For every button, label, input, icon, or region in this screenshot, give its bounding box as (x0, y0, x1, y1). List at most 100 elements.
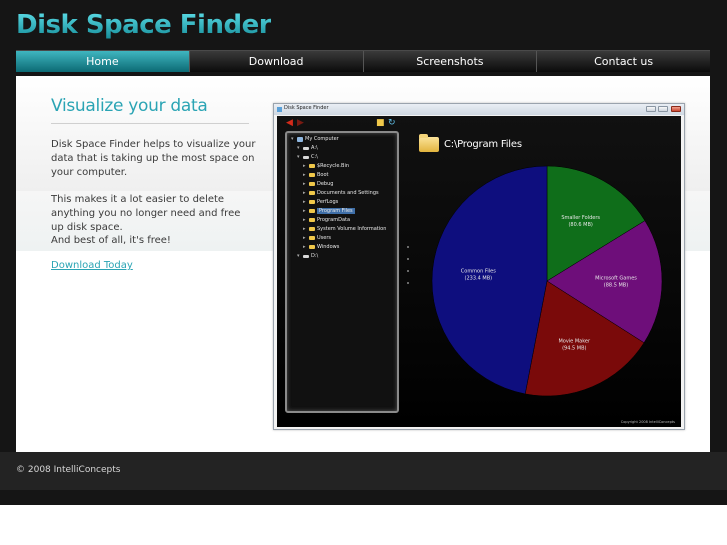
tree-item: ▾ D:\ (297, 253, 318, 259)
content-panel: Visualize your data Disk Space Finder he… (16, 76, 710, 452)
expand-arrow-icon: ▸ (303, 235, 306, 241)
headline-divider (51, 123, 249, 124)
tree-item: ▸ Users (303, 235, 331, 241)
expand-arrow-icon: ▸ (303, 163, 306, 169)
splitter-dot (407, 282, 409, 284)
tree-item: ▸ $Recycle.Bin (303, 163, 349, 169)
pie-slice-label: Common Files (461, 268, 496, 274)
tree-item: ▸ Debug (303, 181, 333, 187)
folder-icon (309, 191, 315, 195)
current-path-title: C:\Program Files (444, 139, 522, 150)
back-arrow-icon: ◀ (286, 118, 293, 128)
folder-icon (309, 173, 315, 177)
folder-icon (309, 182, 315, 186)
tree-item-label: My Computer (305, 136, 339, 142)
tree-item-label: System Volume Information (317, 226, 387, 232)
screenshot-copyright: Copyright 2008 IntelliConcepts (620, 420, 675, 424)
tree-item: ▸ System Volume Information (303, 226, 386, 232)
maximize-icon (658, 106, 668, 112)
expand-arrow-icon: ▾ (291, 136, 294, 142)
expand-arrow-icon: ▸ (303, 190, 306, 196)
tree-item-label: C:\ (311, 154, 318, 160)
folder-icon (309, 218, 315, 222)
folder-icon (309, 200, 315, 204)
screenshot-body: ◀ ▶ ■ ↻ ▾ My Computer ▾ A:\ ▾ C:\ ▸ $Recycle.Bi… (277, 116, 681, 427)
splitter-dot (407, 246, 409, 248)
tree-item: ▸ Windows (303, 244, 339, 250)
splitter-dot (407, 258, 409, 260)
nav-screenshots[interactable]: Screenshots (364, 51, 538, 72)
intro-paragraph: Disk Space Finder helps to visualize you… (51, 139, 256, 178)
page: Disk Space Finder Home Download Screensh… (0, 0, 727, 545)
pie-slice-size: (80.6 MB) (568, 222, 592, 228)
copyright-text: © 2008 IntelliConcepts (16, 465, 121, 475)
expand-arrow-icon: ▸ (303, 199, 306, 205)
tree-item-label: Windows (317, 244, 340, 250)
free-paragraph: And best of all, it's free! (51, 235, 171, 246)
minimize-icon (646, 106, 656, 112)
main-navigation: Home Download Screenshots Contact us (16, 50, 710, 72)
folder-icon (309, 227, 315, 231)
tree-item-label: Boot (317, 172, 329, 178)
refresh-icon: ↻ (388, 118, 396, 128)
tree-item: ▸ Boot (303, 172, 329, 178)
pie-slice-label: Microsoft Games (595, 276, 637, 282)
forward-arrow-icon: ▶ (297, 118, 304, 128)
tree-item: ▸ PerfLogs (303, 199, 338, 205)
tree-item: ▾ C:\ (297, 154, 318, 160)
folder-icon (309, 164, 315, 168)
tree-item: ▾ A:\ (297, 145, 318, 151)
expand-arrow-icon: ▸ (303, 226, 306, 232)
pie-slice-size: (233.4 MB) (465, 275, 493, 281)
expand-arrow-icon: ▸ (303, 181, 306, 187)
expand-arrow-icon: ▾ (297, 145, 300, 151)
expand-arrow-icon: ▾ (297, 253, 300, 259)
splitter-dot (407, 270, 409, 272)
nav-download[interactable]: Download (190, 51, 364, 72)
folder-icon (309, 245, 315, 249)
screenshot-toolbar: ◀ ▶ ■ ↻ (277, 116, 681, 130)
expand-arrow-icon: ▾ (297, 154, 300, 160)
pie-slice-label: Movie Maker (558, 338, 591, 344)
nav-contact-us[interactable]: Contact us (537, 51, 710, 72)
screenshot-titlebar: Disk Space Finder (274, 104, 684, 115)
expand-arrow-icon: ▸ (303, 244, 306, 250)
open-folder-icon: ■ (376, 118, 385, 128)
tree-item-label: Documents and Settings (317, 190, 379, 196)
nav-home[interactable]: Home (16, 51, 190, 72)
benefit-paragraph: This makes it a lot easier to delete any… (51, 194, 241, 233)
expand-arrow-icon: ▸ (303, 217, 306, 223)
tree-item-label: Users (317, 235, 332, 241)
tree-item-label: Debug (317, 181, 334, 187)
drive-icon (303, 155, 309, 159)
tree-item: ▾ My Computer (291, 136, 339, 142)
download-today-link[interactable]: Download Today (51, 260, 133, 271)
tree-item-label: ProgramData (317, 217, 351, 223)
folder-tree-panel: ▾ My Computer ▾ A:\ ▾ C:\ ▸ $Recycle.Bin ▸ Boot ▸ D… (285, 131, 399, 413)
tree-item: ▸ ProgramData (303, 217, 350, 223)
site-logo-title[interactable]: Disk Space Finder (16, 10, 272, 40)
page-headline: Visualize your data (51, 96, 208, 116)
pie-slice-label: Smaller Folders (561, 215, 600, 221)
drive-icon (303, 146, 309, 150)
tree-item-label: A:\ (311, 145, 318, 151)
computer-icon (297, 136, 303, 142)
app-icon (277, 107, 282, 112)
product-screenshot: Disk Space Finder ◀ ▶ ■ ↻ ▾ My Computer ▾ A… (273, 103, 685, 430)
screenshot-window-title: Disk Space Finder (284, 105, 329, 111)
tree-item-label: Program Files (317, 208, 355, 214)
folder-icon (309, 236, 315, 240)
expand-arrow-icon: ▸ (303, 208, 306, 214)
disk-usage-pie-chart: Smaller Folders(80.6 MB)Microsoft Games(… (431, 165, 663, 397)
close-icon (671, 106, 681, 112)
tree-item: ▸ Program Files (303, 208, 355, 214)
drive-icon (303, 254, 309, 258)
folder-icon (419, 134, 439, 152)
tree-item-label: $Recycle.Bin (317, 163, 350, 169)
pie-slice-size: (88.5 MB) (604, 283, 628, 289)
tree-item-label: D:\ (311, 253, 319, 259)
tree-item-label: PerfLogs (317, 199, 339, 205)
folder-icon (309, 209, 315, 213)
tree-item: ▸ Documents and Settings (303, 190, 379, 196)
expand-arrow-icon: ▸ (303, 172, 306, 178)
